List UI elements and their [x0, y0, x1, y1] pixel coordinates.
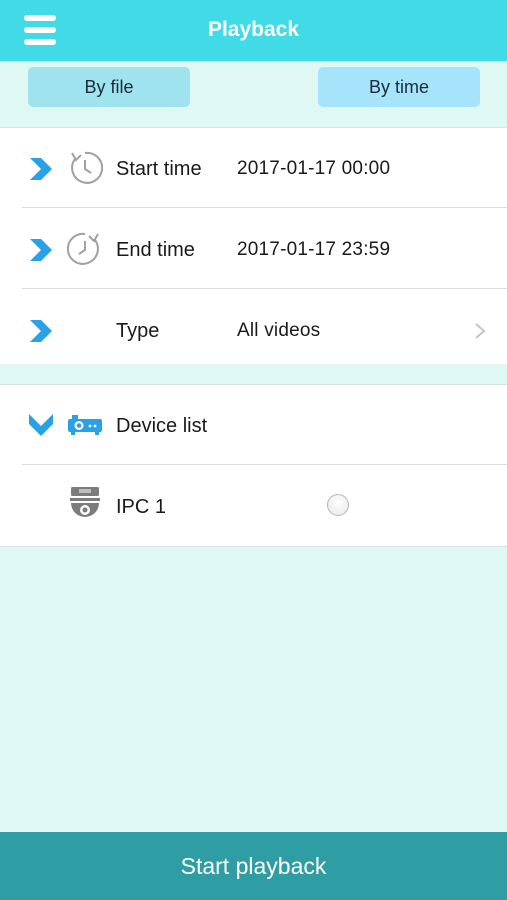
device-list-label: Device list: [116, 415, 208, 437]
device-panel: Device list IPC 1: [0, 384, 507, 547]
chevron-right-icon: [30, 320, 52, 342]
by-file-button[interactable]: By file: [28, 67, 190, 107]
device-name: IPC 1: [116, 496, 167, 518]
nav-bar: Playback: [0, 0, 507, 61]
type-row[interactable]: Type All videos: [0, 290, 507, 370]
device-select-radio[interactable]: [327, 494, 349, 516]
type-label: Type: [116, 320, 160, 342]
start-time-row[interactable]: Start time 2017-01-17 00:00: [0, 128, 507, 208]
clock-icon: [67, 232, 99, 265]
mode-selector: By file By time: [0, 61, 507, 127]
start-time-value: 2017-01-17 00:00: [237, 158, 391, 179]
end-time-row[interactable]: End time 2017-01-17 23:59: [0, 209, 507, 289]
clock-icon: [71, 151, 103, 184]
type-value: All videos: [237, 320, 321, 341]
end-time-label: End time: [116, 239, 195, 261]
query-panel: Start time 2017-01-17 00:00 End time 201…: [0, 127, 507, 364]
chevron-right-icon: [30, 239, 52, 261]
end-time-value: 2017-01-17 23:59: [237, 239, 391, 260]
device-item[interactable]: IPC 1: [0, 466, 507, 546]
by-time-button[interactable]: By time: [318, 67, 480, 107]
projector-icon: [68, 415, 102, 435]
start-time-label: Start time: [116, 158, 202, 180]
start-playback-button[interactable]: Start playback: [0, 832, 507, 900]
page-title: Playback: [207, 18, 300, 41]
device-list-header[interactable]: Device list: [0, 385, 507, 465]
chevron-down-icon: [29, 414, 53, 436]
chevron-right-icon: [30, 158, 52, 180]
dome-camera-icon: [70, 487, 100, 517]
disclosure-arrow-icon: [475, 323, 486, 339]
